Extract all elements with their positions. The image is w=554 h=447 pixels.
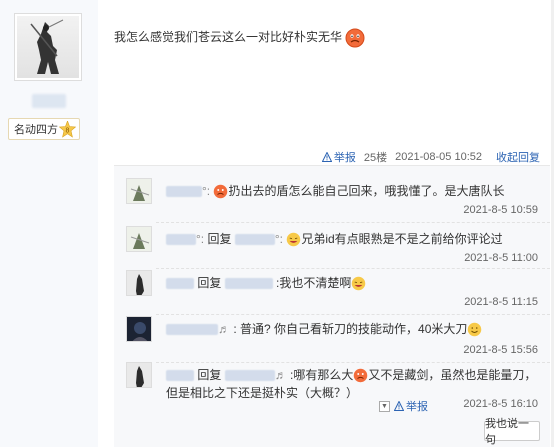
- floor-number: 25楼: [363, 152, 388, 164]
- reply-text: : 普通? 你自己看斩刀的技能动作，40米大刀: [233, 322, 468, 336]
- avatar[interactable]: [126, 178, 152, 204]
- report-link[interactable]: 举报: [394, 398, 428, 414]
- list-item: °: 回复 °: 兄弟id有点眼熟是不是之前给你评论过 2021-8-5 11:…: [124, 226, 540, 268]
- username-redacted[interactable]: [166, 370, 194, 382]
- list-item: ♬ : 普通? 你自己看斩刀的技能动作，40米大刀 2021-8-5 15:56: [124, 316, 540, 360]
- reply-prefix: 回复: [197, 368, 222, 382]
- username-redacted[interactable]: [166, 234, 196, 246]
- report-label: 举报: [333, 152, 356, 164]
- avatar[interactable]: [126, 270, 152, 296]
- avatar[interactable]: [126, 226, 152, 252]
- list-item: 回复 :我也不清楚啊 2021-8-5 11:15: [124, 270, 540, 314]
- reply-text: 扔出去的盾怎么能自己回来，哦我懂了。是大唐队长: [228, 184, 505, 198]
- reply-time: 2021-8-5 11:15: [464, 296, 538, 308]
- reply-time: 2021-8-5 11:00: [464, 252, 538, 264]
- divider: [156, 222, 550, 223]
- report-label: 举报: [406, 401, 428, 413]
- say-something-button[interactable]: 我也说一句: [484, 418, 540, 446]
- reply-text: 兄弟id有点眼熟是不是之前给你评论过: [301, 232, 503, 246]
- post-datetime: 2021-08-05 10:52: [395, 151, 482, 163]
- level-star-icon: 8: [59, 121, 76, 138]
- reply-target-redacted[interactable]: [224, 370, 275, 382]
- warning-icon: [321, 152, 332, 162]
- avatar[interactable]: [126, 362, 152, 388]
- reply-target-redacted[interactable]: [224, 278, 273, 290]
- reply-time: 2021-8-5 16:10: [463, 398, 538, 410]
- smile-face-emoji-icon: [468, 323, 482, 337]
- post-content: 我怎么感觉我们苍云这么一对比好朴实无华: [114, 28, 365, 48]
- rank-badge[interactable]: 名动四方 8: [8, 118, 80, 140]
- warrior-portrait-icon: [30, 19, 64, 74]
- username-redacted[interactable]: [166, 186, 202, 198]
- username-redacted[interactable]: [166, 324, 218, 336]
- username-redacted[interactable]: [166, 278, 194, 290]
- laughing-face-emoji-icon: [287, 233, 301, 247]
- reply-time: 2021-8-5 15:56: [463, 344, 538, 356]
- reply-tools: ▼ 举报: [379, 398, 428, 414]
- reply-text: :哪有那么大: [290, 368, 354, 382]
- report-link[interactable]: 举报: [321, 149, 356, 165]
- laughing-face-emoji-icon: [352, 277, 366, 291]
- reply-text: :我也不清楚啊: [276, 276, 352, 290]
- reply-prefix: 回复: [197, 276, 222, 290]
- author-avatar[interactable]: [14, 13, 82, 81]
- post-text: 我怎么感觉我们苍云这么一对比好朴实无华: [114, 30, 343, 45]
- angry-face-emoji-icon: [354, 369, 368, 383]
- list-item: °: 扔出去的盾怎么能自己回来，哦我懂了。是大唐队长 2021-8-5 10:5…: [124, 178, 540, 220]
- reply-time: 2021-8-5 10:59: [463, 204, 538, 216]
- angry-face-emoji-icon: [214, 185, 228, 199]
- divider: [156, 314, 550, 315]
- dropdown-icon[interactable]: ▼: [379, 400, 390, 412]
- avatar[interactable]: [126, 316, 152, 342]
- reply-prefix: 回复: [207, 232, 232, 246]
- warning-icon: [394, 401, 404, 411]
- author-column: 名动四方 8: [0, 0, 98, 447]
- list-item: 回复 ♬ :哪有那么大 又不是藏剑，虽然也是能量刀，但是相比之下还是挺朴实（大概？…: [124, 362, 540, 422]
- svg-text:8: 8: [66, 128, 70, 135]
- reply-target-redacted[interactable]: [234, 234, 275, 246]
- post-meta: 举报 25楼 2021-08-05 10:52 收起回复: [321, 149, 540, 165]
- collapse-replies-link[interactable]: 收起回复: [496, 149, 540, 165]
- reply-list: °: 扔出去的盾怎么能自己回来，哦我懂了。是大唐队长 2021-8-5 10:5…: [114, 165, 550, 447]
- angry-face-emoji-icon: [345, 28, 365, 48]
- divider: [156, 268, 550, 269]
- author-name-redacted[interactable]: [32, 94, 66, 108]
- rank-badge-label: 名动四方: [14, 124, 58, 136]
